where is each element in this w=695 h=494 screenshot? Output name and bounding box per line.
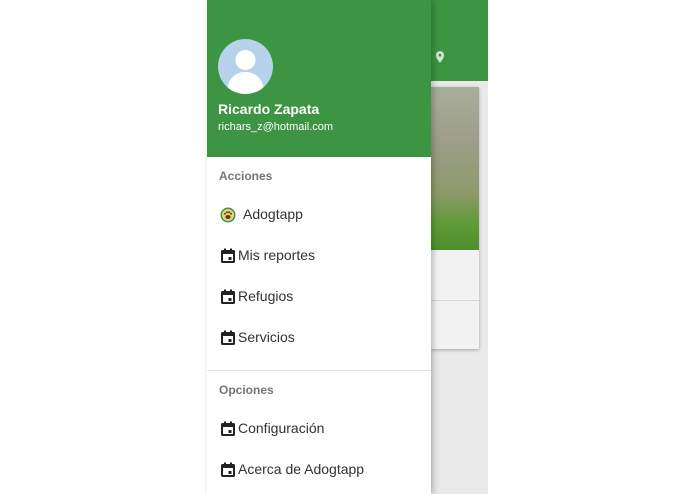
menu-item-label: Mis reportes: [238, 247, 316, 263]
user-silhouette-icon: [227, 50, 264, 94]
calendar-icon: [221, 421, 235, 436]
calendar-icon: [221, 330, 235, 345]
section-title-opciones: Opciones: [219, 383, 274, 397]
paw-icon: [220, 207, 236, 223]
menu-item-servicios[interactable]: Servicios: [207, 320, 431, 356]
avatar[interactable]: [218, 39, 273, 94]
drawer-header: Ricardo Zapata richars_z@hotmail.com: [207, 0, 431, 157]
section-title-acciones: Acciones: [219, 169, 273, 183]
menu-item-refugios[interactable]: Refugios: [207, 279, 431, 315]
user-email: richars_z@hotmail.com: [218, 121, 334, 133]
user-name: Ricardo Zapata: [218, 101, 320, 117]
menu-item-label: Servicios: [238, 329, 295, 345]
menu-item-label: Configuración: [238, 420, 325, 436]
menu-item-mis-reportes[interactable]: Mis reportes: [207, 238, 431, 274]
card-photo: [431, 87, 479, 250]
menu-item-configuracion[interactable]: Configuración: [207, 411, 431, 447]
content-card[interactable]: [431, 87, 479, 349]
menu-item-label: Acerca de Adogtapp: [238, 461, 365, 477]
card-divider: [431, 300, 479, 301]
menu-item-acerca-de[interactable]: Acerca de Adogtapp: [207, 452, 431, 488]
calendar-icon: [221, 462, 235, 477]
navigation-drawer: Ricardo Zapata richars_z@hotmail.com Acc…: [207, 0, 431, 494]
section-divider: [207, 370, 431, 371]
location-pin-icon[interactable]: [433, 48, 447, 66]
menu-item-adogtapp[interactable]: Adogtapp: [207, 197, 431, 233]
menu-item-label: Adogtapp: [243, 206, 303, 222]
calendar-icon: [221, 248, 235, 263]
menu-item-label: Refugios: [238, 288, 294, 304]
calendar-icon: [221, 289, 235, 304]
